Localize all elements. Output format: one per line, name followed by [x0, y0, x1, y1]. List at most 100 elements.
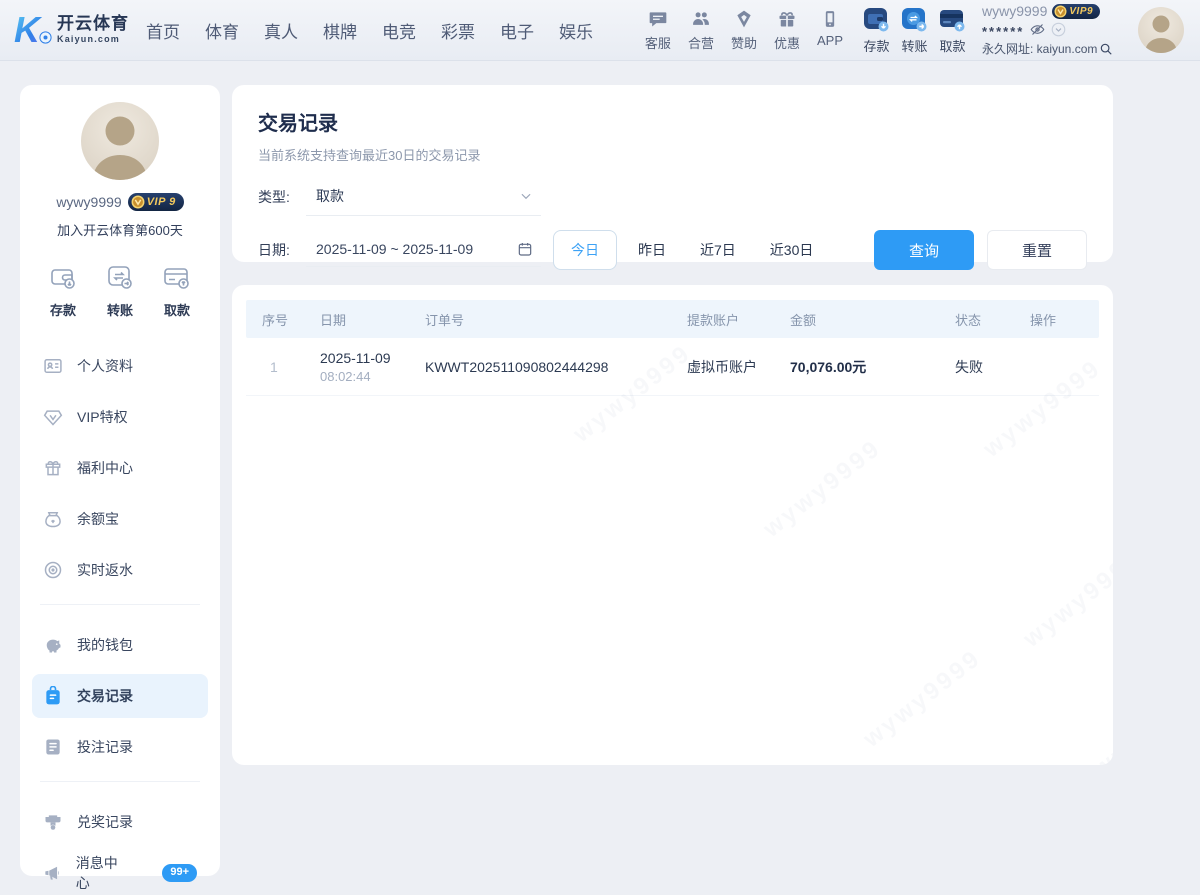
masked-balance: ****** [982, 21, 1024, 38]
range-7days-button[interactable]: 近7日 [687, 231, 749, 269]
permanent-url: 永久网址: kaiyun.com [982, 40, 1097, 57]
nav-entertainment[interactable]: 娱乐 [559, 18, 593, 43]
sidebar-quick-actions: 存款 转账 取款 [20, 262, 220, 319]
promo-button[interactable]: 优惠 [774, 9, 800, 52]
filter-buttons: 查询 重置 [874, 230, 1087, 270]
row-status: 失败 [955, 357, 1030, 377]
sidebar-withdraw-button[interactable]: 取款 [162, 262, 192, 319]
range-yesterday-button[interactable]: 昨日 [625, 231, 679, 269]
date-label: 日期: [258, 240, 306, 260]
range-today-button[interactable]: 今日 [553, 230, 617, 270]
menu-divider [40, 781, 200, 782]
withdraw-button[interactable]: 取款 [939, 6, 966, 55]
sidebar-item-welfare[interactable]: 福利中心 [32, 446, 208, 490]
menu-divider [40, 604, 200, 605]
table-header-row: 序号 日期 订单号 提款账户 金额 状态 操作 [246, 300, 1099, 338]
sponsor-button[interactable]: 赞助 [731, 9, 757, 52]
nav-esports[interactable]: 电竞 [382, 18, 416, 43]
gem-icon [43, 407, 63, 427]
nav-home[interactable]: 首页 [146, 18, 180, 43]
watermark-text: wywy9999 [1018, 544, 1113, 653]
nav-sports[interactable]: 体育 [205, 18, 239, 43]
withdraw-label: 取款 [939, 36, 965, 55]
transfer-label: 转账 [901, 36, 927, 55]
diamond-badge-icon [734, 9, 754, 29]
sidebar-deposit-button[interactable]: 存款 [48, 262, 78, 319]
card-outline-icon [162, 262, 192, 292]
nav-live[interactable]: 真人 [264, 18, 298, 43]
sidebar-item-transactions[interactable]: 交易记录 [32, 674, 208, 718]
sidebar-item-label: VIP特权 [77, 407, 128, 427]
app-download-button[interactable]: APP [817, 9, 843, 52]
partnership-button[interactable]: 合营 [688, 9, 714, 52]
customer-service-button[interactable]: 客服 [645, 9, 671, 52]
sidebar-menu: 个人资料 VIP特权 福利中心 余额宝 实时返水 我的钱包 交易记录 [20, 344, 220, 895]
type-filter-row: 类型: 取款 [258, 178, 1087, 216]
sidebar-item-label: 投注记录 [77, 737, 133, 757]
id-card-icon [43, 356, 63, 376]
bet-record-icon [43, 737, 63, 757]
calendar-icon[interactable] [517, 241, 533, 257]
type-label: 类型: [258, 187, 306, 207]
brand-domain: Kaiyun.com [57, 35, 129, 44]
sidebar-item-bets[interactable]: 投注记录 [32, 725, 208, 769]
partnership-label: 合营 [688, 33, 714, 52]
chevron-down-circle-icon[interactable] [1051, 22, 1066, 37]
nav-cards[interactable]: 棋牌 [323, 18, 357, 43]
sidebar-item-rebate[interactable]: 实时返水 [32, 548, 208, 592]
phone-icon [820, 9, 840, 29]
search-icon[interactable] [1099, 42, 1113, 56]
row-date: 2025-11-09 08:02:44 [320, 350, 425, 384]
page-subtitle: 当前系统支持查询最近30日的交易记录 [258, 145, 1087, 164]
deposit-button[interactable]: 存款 [863, 6, 890, 55]
deposit-icon [863, 6, 890, 33]
nav-lottery[interactable]: 彩票 [441, 18, 475, 43]
sidebar-transfer-label: 转账 [107, 300, 133, 319]
transfer-icon [901, 6, 928, 33]
sidebar-item-messages[interactable]: 消息中心 99+ [32, 851, 208, 895]
sidebar-item-label: 福利中心 [77, 458, 133, 478]
transfer-outline-icon [105, 262, 135, 292]
row-order-no: KWWT202511090802444298 [425, 359, 687, 375]
app-label: APP [817, 33, 843, 48]
sidebar-item-prizes[interactable]: 兑奖记录 [32, 800, 208, 844]
welfare-gift-icon [43, 458, 63, 478]
sidebar: wywy9999 VIP 9 加入开云体育第600天 存款 转账 取款 个人资料… [20, 85, 220, 876]
wallet-quick-actions: 存款 转账 取款 [863, 6, 966, 55]
reset-button[interactable]: 重置 [987, 230, 1087, 270]
type-select[interactable]: 取款 [306, 178, 541, 216]
membership-days: 加入开云体育第600天 [20, 220, 220, 239]
sidebar-item-profile[interactable]: 个人资料 [32, 344, 208, 388]
sidebar-item-yuebao[interactable]: 余额宝 [32, 497, 208, 541]
avatar-silhouette-icon [1138, 7, 1184, 53]
sidebar-item-vip[interactable]: VIP特权 [32, 395, 208, 439]
sidebar-transfer-button[interactable]: 转账 [105, 262, 135, 319]
vip-level: VIP9 [1069, 6, 1093, 17]
profile-vip-level: VIP 9 [147, 196, 176, 208]
sidebar-item-wallet[interactable]: 我的钱包 [32, 623, 208, 667]
gift-icon [777, 9, 797, 29]
user-avatar[interactable] [1138, 7, 1184, 53]
promo-label: 优惠 [774, 33, 800, 52]
nav-slots[interactable]: 电子 [500, 18, 534, 43]
filter-card: 交易记录 当前系统支持查询最近30日的交易记录 类型: 取款 日期: 2025-… [232, 85, 1113, 262]
date-filter-row: 日期: 2025-11-09 ~ 2025-11-09 今日 昨日 近7日 近3… [258, 230, 1087, 270]
col-status: 状态 [955, 310, 1030, 329]
watermark-text: wywy9999 [758, 434, 887, 543]
range-30days-button[interactable]: 近30日 [757, 231, 827, 269]
row-date-value: 2025-11-09 [320, 350, 425, 366]
vip-emblem-icon [1054, 5, 1067, 18]
row-account: 虚拟币账户 [687, 357, 790, 377]
date-range-input[interactable]: 2025-11-09 ~ 2025-11-09 [306, 233, 541, 267]
profile-avatar[interactable] [81, 102, 159, 180]
search-button[interactable]: 查询 [874, 230, 974, 270]
brand-logo[interactable]: K 开云体育 Kaiyun.com [14, 12, 129, 48]
eye-off-icon[interactable] [1030, 22, 1045, 37]
brand-text: 开云体育 Kaiyun.com [57, 15, 129, 44]
col-index: 序号 [262, 310, 320, 329]
watermark-text: wywy9999 [858, 644, 987, 753]
row-index: 1 [262, 359, 320, 375]
vip-badge: VIP9 [1052, 4, 1100, 19]
transfer-button[interactable]: 转账 [901, 6, 928, 55]
people-icon [691, 9, 711, 29]
